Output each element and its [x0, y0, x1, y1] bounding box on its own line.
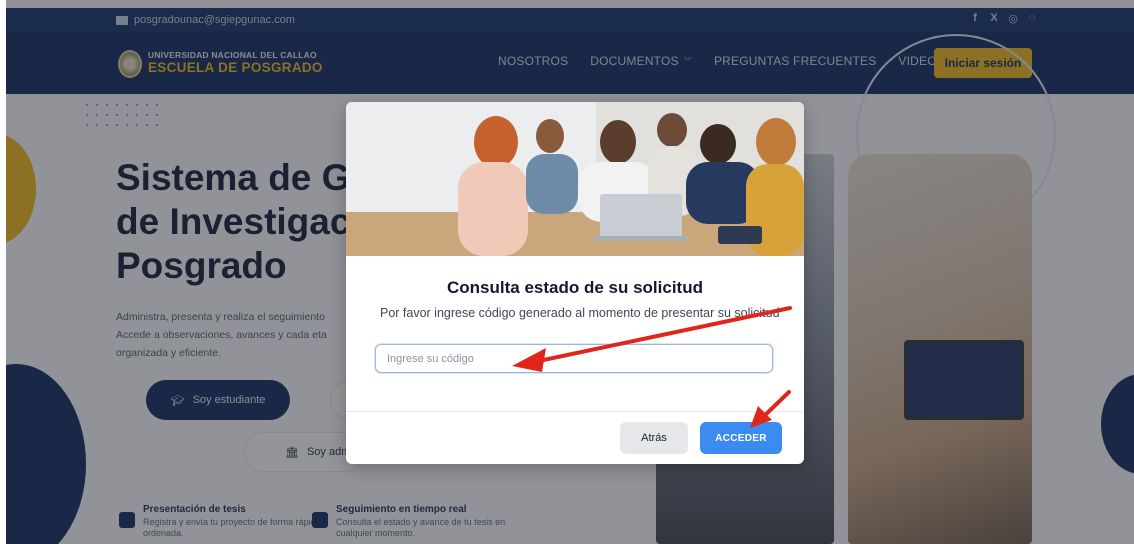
- red-arrow-to-input: [512, 306, 792, 372]
- red-arrow-to-access-button: [750, 390, 791, 428]
- annotation-arrows: [512, 306, 792, 428]
- page: posgradounac@sgiepgunac.com f X ◎ ◌ UNIV…: [6, 0, 1134, 544]
